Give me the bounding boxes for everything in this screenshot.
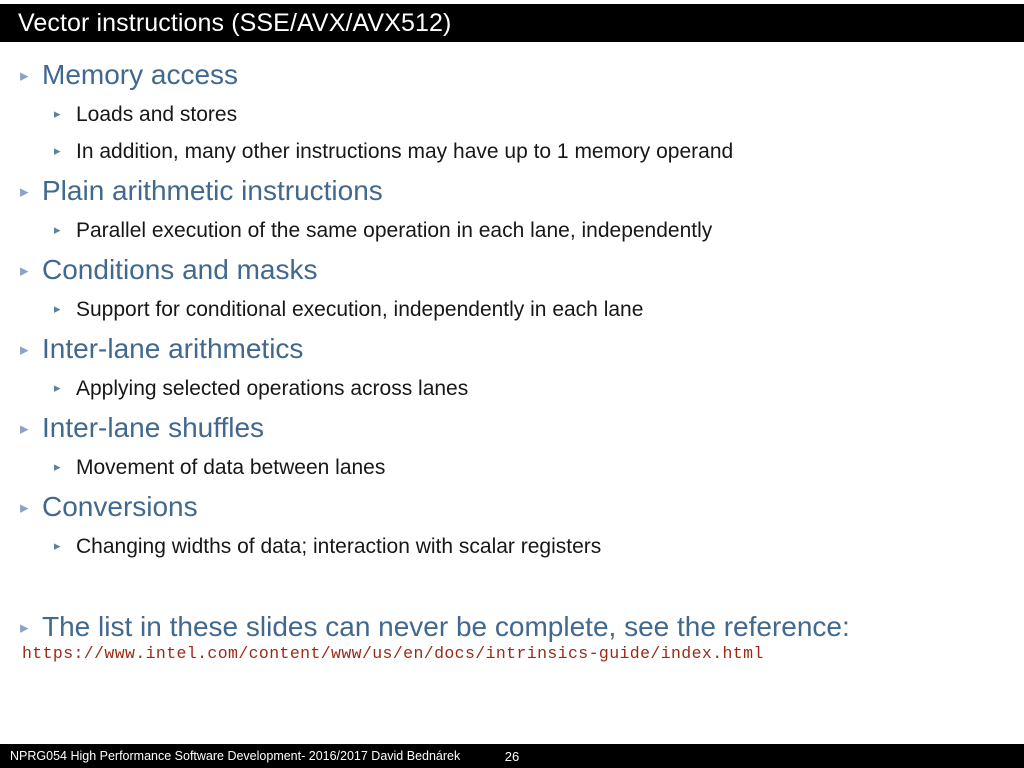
bullet-level1: ▸ Inter-lane shuffles bbox=[0, 407, 1024, 448]
triangle-bullet-icon: ▸ bbox=[20, 182, 29, 201]
bullet-level1: ▸ Inter-lane arithmetics bbox=[0, 328, 1024, 369]
slide-footer: NPRG054 High Performance Software Develo… bbox=[0, 744, 1024, 768]
bullet-text: Parallel execution of the same operation… bbox=[76, 219, 713, 242]
bullet-text: Inter-lane arithmetics bbox=[42, 333, 304, 364]
bullet-text: Movement of data between lanes bbox=[76, 456, 386, 479]
bullet-level2: ▸ Loads and stores bbox=[0, 96, 1024, 133]
triangle-bullet-icon: ▸ bbox=[20, 261, 29, 280]
bullet-level2: ▸ Parallel execution of the same operati… bbox=[0, 212, 1024, 249]
triangle-bullet-icon: ▸ bbox=[54, 538, 61, 553]
bullet-spacer bbox=[0, 565, 1024, 606]
bullet-level2: ▸ Applying selected operations across la… bbox=[0, 370, 1024, 407]
triangle-bullet-icon: ▸ bbox=[54, 106, 61, 121]
triangle-bullet-icon: ▸ bbox=[54, 459, 61, 474]
bullet-text: Conditions and masks bbox=[42, 254, 318, 285]
bullet-level1-reference: ▸ The list in these slides can never be … bbox=[0, 606, 1024, 647]
triangle-bullet-icon: ▸ bbox=[20, 498, 29, 517]
triangle-bullet-icon: ▸ bbox=[54, 301, 61, 316]
bullet-level1: ▸ Plain arithmetic instructions bbox=[0, 170, 1024, 211]
triangle-bullet-icon: ▸ bbox=[20, 419, 29, 438]
bullet-text: In addition, many other instructions may… bbox=[76, 140, 734, 163]
bullet-text: Loads and stores bbox=[76, 103, 238, 126]
bullet-level2: ▸ In addition, many other instructions m… bbox=[0, 133, 1024, 170]
triangle-bullet-icon: ▸ bbox=[54, 222, 61, 237]
slide-title-bar: Vector instructions (SSE/AVX/AVX512) bbox=[0, 4, 1024, 42]
bullet-level2: ▸ Support for conditional execution, ind… bbox=[0, 291, 1024, 328]
bullet-text: Conversions bbox=[42, 491, 198, 522]
bullet-text: Memory access bbox=[42, 59, 239, 90]
slide-content: ▸ Memory access ▸ Loads and stores ▸ In … bbox=[0, 54, 1024, 663]
page-title: Vector instructions (SSE/AVX/AVX512) bbox=[18, 8, 452, 37]
bullet-text: Changing widths of data; interaction wit… bbox=[76, 535, 602, 558]
triangle-bullet-icon: ▸ bbox=[20, 618, 29, 637]
bullet-level1: ▸ Memory access bbox=[0, 54, 1024, 95]
triangle-bullet-icon: ▸ bbox=[54, 143, 61, 158]
bullet-level2: ▸ Movement of data between lanes bbox=[0, 449, 1024, 486]
bullet-level1: ▸ Conversions bbox=[0, 486, 1024, 527]
bullet-level1: ▸ Conditions and masks bbox=[0, 249, 1024, 290]
bullet-text: Applying selected operations across lane… bbox=[76, 377, 469, 400]
bullet-text: The list in these slides can never be co… bbox=[42, 611, 850, 642]
bullet-text: Support for conditional execution, indep… bbox=[76, 298, 644, 321]
bullet-text: Inter-lane shuffles bbox=[42, 412, 265, 443]
triangle-bullet-icon: ▸ bbox=[54, 380, 61, 395]
triangle-bullet-icon: ▸ bbox=[20, 66, 29, 85]
triangle-bullet-icon: ▸ bbox=[20, 340, 29, 359]
footer-course-label: NPRG054 High Performance Software Develo… bbox=[10, 749, 461, 763]
bullet-level2: ▸ Changing widths of data; interaction w… bbox=[0, 528, 1024, 565]
bullet-text: Plain arithmetic instructions bbox=[42, 175, 383, 206]
slide: Vector instructions (SSE/AVX/AVX512) ▸ M… bbox=[0, 0, 1024, 768]
reference-url[interactable]: https://www.intel.com/content/www/us/en/… bbox=[0, 644, 1024, 663]
